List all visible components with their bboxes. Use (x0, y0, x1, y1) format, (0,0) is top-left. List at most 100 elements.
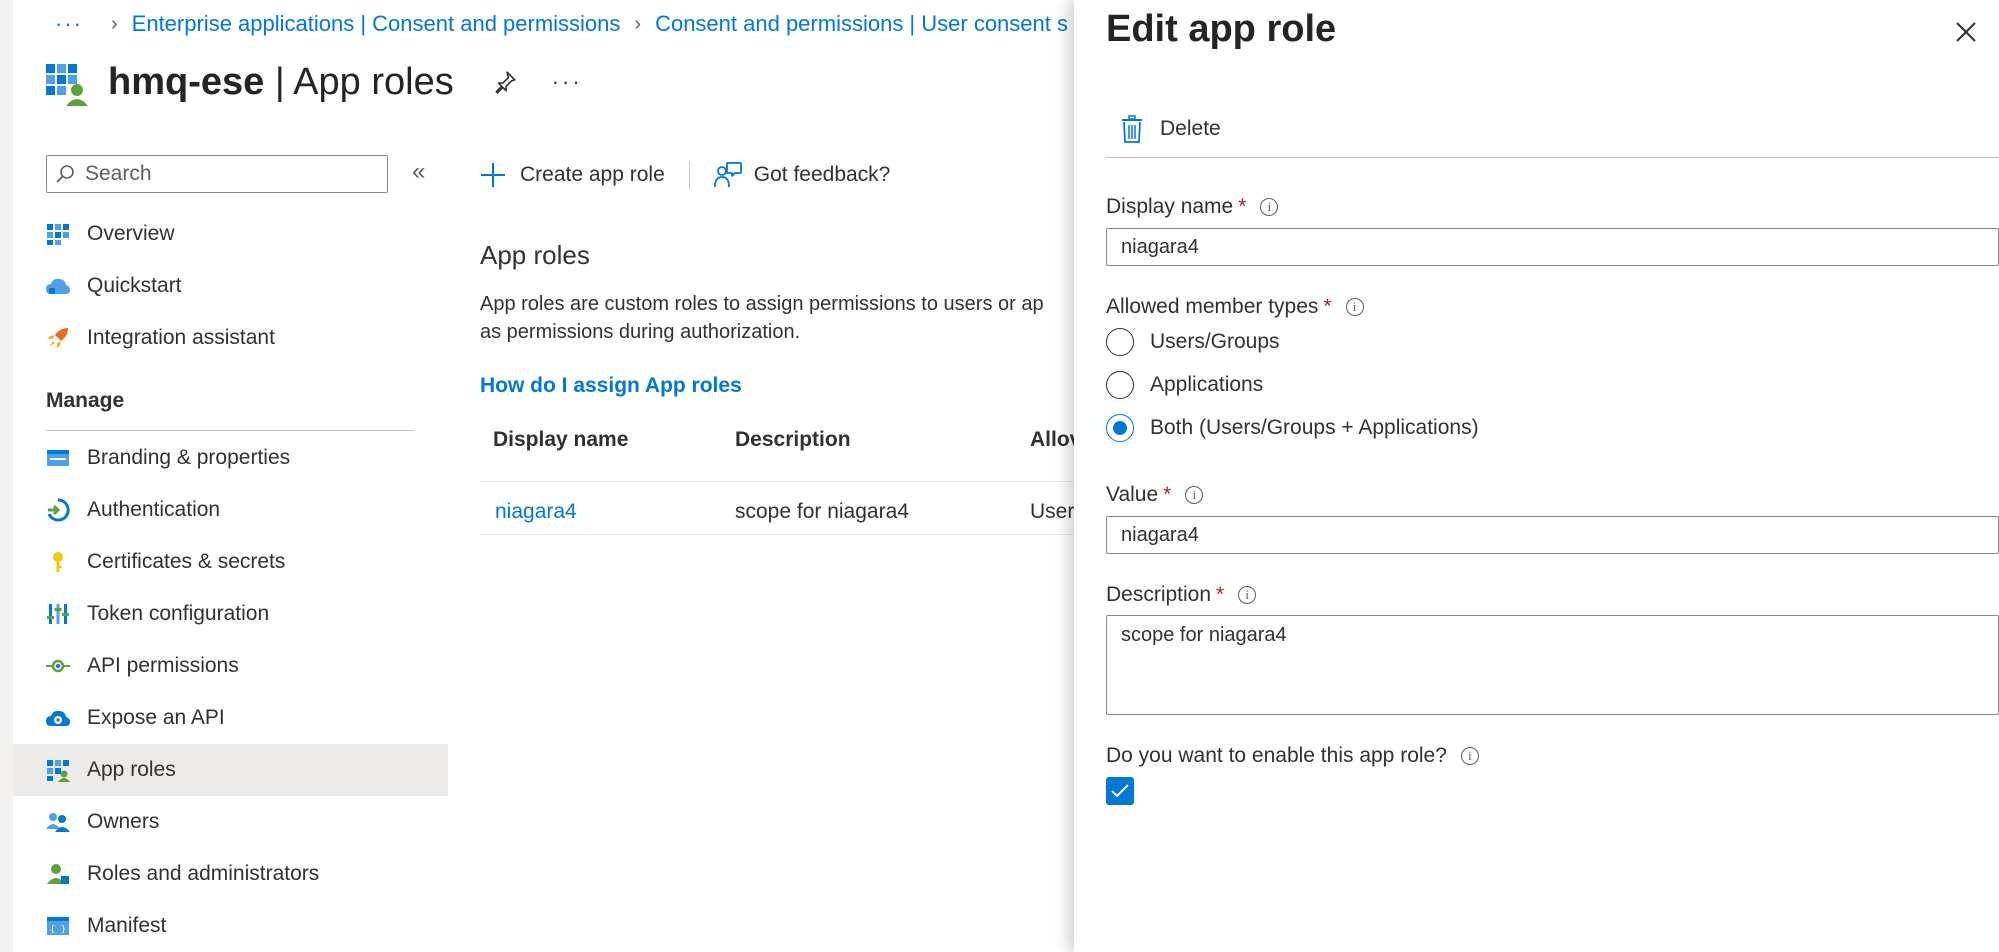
sidebar-item-label: Manifest (87, 914, 167, 937)
breadcrumb-chevron-icon: › (110, 12, 118, 35)
section-description-line1: App roles are custom roles to assign per… (480, 293, 1044, 315)
sidebar-item-authentication[interactable]: Authentication (13, 484, 448, 536)
sidebar-item-integration-assistant[interactable]: Integration assistant (13, 312, 448, 364)
description-textarea[interactable]: scope for niagara4 (1106, 615, 1999, 715)
sidebar-item-manifest[interactable]: { } Manifest (13, 900, 448, 952)
sidebar-item-label: Quickstart (87, 274, 182, 297)
more-options-icon[interactable]: ··· (552, 69, 583, 95)
app-roles-icon (46, 64, 88, 106)
collapse-sidebar-icon[interactable]: « (412, 158, 425, 186)
auth-icon (45, 497, 71, 523)
sidebar-item-label: Certificates & secrets (87, 550, 286, 573)
edit-app-role-panel: Edit app role Delete Display name*i Allo… (1074, 0, 1999, 952)
plus-icon (481, 163, 505, 187)
display-name-label: Display name * i (1106, 195, 1279, 219)
breadcrumb-item-enterprise-apps[interactable]: Enterprise applications | Consent and pe… (132, 11, 621, 37)
sidebar-item-label: API permissions (87, 654, 239, 677)
sliders-icon (45, 601, 71, 627)
info-icon[interactable]: i (1260, 198, 1279, 216)
info-icon[interactable]: i (1345, 298, 1364, 316)
breadcrumb-more-icon[interactable]: ··· (55, 11, 83, 37)
toolbar-divider (688, 161, 690, 189)
manifest-icon: { } (45, 913, 71, 939)
page-title: hmq-ese | App roles (108, 60, 454, 103)
create-app-role-button[interactable]: Create app role (480, 162, 665, 188)
feedback-icon (713, 162, 742, 188)
left-edge-strip (0, 0, 13, 952)
delete-button[interactable]: Delete (1120, 110, 1221, 148)
radio-circle-selected[interactable] (1106, 414, 1134, 442)
panel-divider (1106, 157, 1999, 158)
pin-icon[interactable] (492, 69, 518, 95)
radio-circle[interactable] (1106, 371, 1134, 399)
checkmark-icon (1111, 784, 1129, 798)
page-header: hmq-ese | App roles ··· (44, 52, 583, 112)
grid-user-icon (45, 757, 71, 783)
search-icon (56, 165, 74, 183)
required-marker: * (1238, 195, 1247, 218)
section-title: App roles (480, 240, 590, 270)
enable-role-checkbox[interactable] (1106, 777, 1134, 805)
sidebar-item-expose-api[interactable]: Expose an API (13, 692, 448, 744)
sidebar-item-branding[interactable]: Branding & properties (13, 432, 448, 484)
required-marker: * (1216, 583, 1225, 606)
radio-applications[interactable]: Applications (1106, 367, 1263, 403)
breadcrumb: ··· › Enterprise applications | Consent … (55, 8, 1068, 40)
how-to-assign-link[interactable]: How do I assign App roles (480, 374, 742, 398)
sidebar-item-label: App roles (87, 758, 176, 781)
sidebar-item-certificates[interactable]: Certificates & secrets (13, 536, 448, 588)
trash-icon (1122, 115, 1142, 143)
feedback-button[interactable]: Got feedback? (713, 161, 890, 189)
user-admin-icon (45, 861, 71, 887)
radio-users-groups[interactable]: Users/Groups (1106, 324, 1280, 360)
sidebar-item-label: Owners (87, 810, 160, 833)
sidebar-item-owners[interactable]: Owners (13, 796, 448, 848)
api-icon (45, 653, 71, 679)
manage-section-header: Manage (46, 389, 125, 412)
breadcrumb-chevron-icon: › (634, 12, 642, 35)
panel-title: Edit app role (1106, 8, 1337, 50)
enable-role-label: Do you want to enable this app role? i (1106, 744, 1479, 768)
sidebar-item-label: Token configuration (87, 602, 270, 625)
sidebar-item-label: Authentication (87, 498, 221, 521)
search-box[interactable] (46, 155, 388, 193)
key-icon (45, 549, 71, 575)
column-header-description[interactable]: Description (735, 428, 851, 452)
manage-divider (46, 430, 414, 431)
cloud-api-icon (45, 705, 71, 731)
grid-icon (45, 221, 71, 247)
sidebar-item-api-permissions[interactable]: API permissions (13, 640, 448, 692)
info-icon[interactable]: i (1238, 586, 1257, 604)
table-cell-display-name[interactable]: niagara4 (495, 500, 577, 524)
description-label: Description * i (1106, 583, 1257, 607)
sidebar-item-token-config[interactable]: Token configuration (13, 588, 448, 640)
breadcrumb-item-consent[interactable]: Consent and permissions | User consent s (655, 11, 1068, 37)
info-icon[interactable]: i (1185, 486, 1204, 504)
column-header-display-name[interactable]: Display name (493, 428, 628, 452)
sidebar-item-quickstart[interactable]: Quickstart (13, 260, 448, 312)
rocket-icon (45, 325, 71, 351)
sidebar-item-label: Roles and administrators (87, 862, 320, 885)
sidebar-item-label: Expose an API (87, 706, 225, 729)
radio-circle[interactable] (1106, 328, 1134, 356)
command-bar: Create app role Got feedback? (480, 155, 890, 195)
display-name-input[interactable] (1106, 228, 1999, 266)
radio-both[interactable]: Both (Users/Groups + Applications) (1106, 410, 1479, 446)
svg-text:{ }: { } (50, 925, 66, 935)
required-marker: * (1163, 483, 1172, 506)
search-input[interactable] (83, 161, 377, 187)
close-icon[interactable] (1950, 16, 1982, 48)
table-header-divider (480, 481, 1074, 482)
section-description-line2: as permissions during authorization. (480, 321, 801, 343)
info-icon[interactable]: i (1460, 747, 1479, 765)
sidebar-item-overview[interactable]: Overview (13, 208, 448, 260)
sidebar-item-roles-admins[interactable]: Roles and administrators (13, 848, 448, 900)
value-label: Value * i (1106, 483, 1204, 507)
users-icon (45, 809, 71, 835)
sidebar-item-label: Overview (87, 222, 175, 245)
sidebar-item-app-roles[interactable]: App roles (13, 744, 448, 796)
value-input[interactable] (1106, 516, 1999, 554)
member-types-label: Allowed member types * i (1106, 295, 1364, 319)
required-marker: * (1323, 295, 1332, 318)
card-icon (45, 445, 71, 471)
